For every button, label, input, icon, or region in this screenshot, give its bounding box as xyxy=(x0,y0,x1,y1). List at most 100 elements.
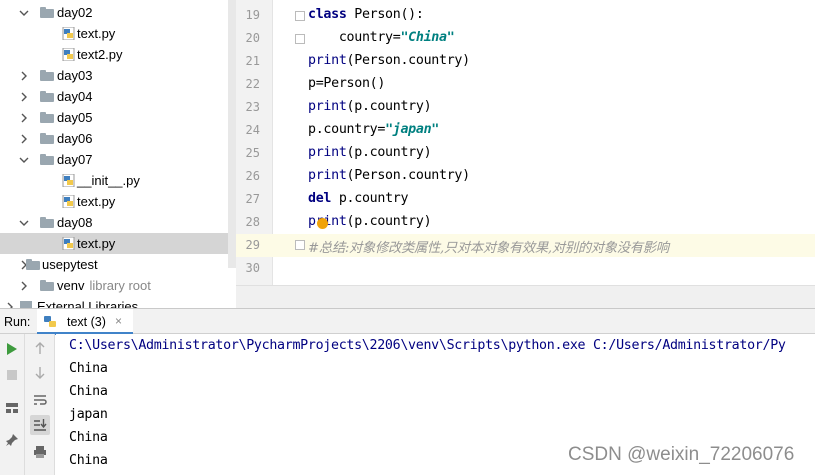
stop-button[interactable] xyxy=(2,365,22,385)
line-number: 19 xyxy=(245,8,260,22)
fold-marker-icon[interactable] xyxy=(295,240,305,250)
code-text: p.country= xyxy=(308,122,386,137)
chevron-right-icon[interactable] xyxy=(18,112,30,124)
print-button[interactable] xyxy=(30,442,50,462)
soft-wrap-icon xyxy=(34,395,47,405)
python-run-config-icon xyxy=(44,316,56,327)
tree-item-label: day07 xyxy=(57,152,93,167)
tree-item-day06[interactable]: day06 xyxy=(0,128,236,149)
line-number: 24 xyxy=(245,123,260,137)
chevron-down-icon[interactable] xyxy=(18,154,30,166)
code-line-23[interactable]: print(p.country) xyxy=(308,99,432,114)
line-number: 29 xyxy=(245,238,260,252)
code-line-22[interactable]: p=Person() xyxy=(308,76,385,91)
python-file-icon xyxy=(62,27,75,40)
code-line-24[interactable]: p.country="japan" xyxy=(308,122,439,137)
chevron-down-icon[interactable] xyxy=(18,7,30,19)
console-output-line: China xyxy=(69,430,108,445)
chevron-right-icon[interactable] xyxy=(18,91,30,103)
intention-bulb-icon[interactable] xyxy=(317,218,328,229)
code-line-25[interactable]: print(p.country) xyxy=(308,145,432,160)
code-text: (Person.country) xyxy=(346,168,471,183)
arrow-up-icon xyxy=(35,342,45,354)
code-line-29[interactable]: #总结:对象修改类属性,只对本对象有效果,对别的对象没有影响 xyxy=(308,237,669,256)
chevron-down-icon[interactable] xyxy=(18,217,30,229)
tree-item-file[interactable]: text.py xyxy=(0,23,236,44)
chevron-right-icon[interactable] xyxy=(18,133,30,145)
tree-item-day08[interactable]: day08 xyxy=(0,212,236,233)
code-builtin: print xyxy=(308,168,347,183)
code-text: (Person.country) xyxy=(346,53,471,68)
watermark: CSDN @weixin_72206076 xyxy=(568,444,795,465)
tree-item-label: __init__.py xyxy=(77,173,140,188)
soft-wrap-button[interactable] xyxy=(30,390,50,410)
layout-button[interactable] xyxy=(2,398,22,418)
line-number: 22 xyxy=(245,77,260,91)
rerun-button[interactable] xyxy=(2,339,22,359)
tree-item-usepytest[interactable]: usepytest xyxy=(0,254,236,275)
code-builtin: print xyxy=(308,145,347,160)
tree-item-file[interactable]: __init__.py xyxy=(0,170,236,191)
line-number: 20 xyxy=(245,31,260,45)
console-output-line: China xyxy=(69,361,108,376)
python-file-icon xyxy=(62,195,75,208)
python-file-icon xyxy=(62,174,75,187)
tree-item-sublabel: library root xyxy=(89,278,151,293)
code-string: "China" xyxy=(400,30,455,45)
console-output-line: japan xyxy=(69,407,108,422)
close-icon[interactable]: × xyxy=(115,314,122,328)
code-text: (p.country) xyxy=(346,214,432,229)
line-number: 23 xyxy=(245,100,260,114)
tree-item-label: venv library root xyxy=(57,278,151,293)
chevron-right-icon[interactable] xyxy=(18,70,30,82)
scroll-to-end-button[interactable] xyxy=(30,415,50,435)
scroll-up-button[interactable] xyxy=(30,338,50,358)
folder-icon xyxy=(26,259,40,270)
chevron-right-icon[interactable] xyxy=(18,280,30,292)
code-text: Person(): xyxy=(346,7,424,22)
tree-item-day02[interactable]: day02 xyxy=(0,2,236,23)
tree-item-day04[interactable]: day04 xyxy=(0,86,236,107)
code-line-27[interactable]: del p.country xyxy=(308,191,408,206)
code-text: country= xyxy=(308,30,401,45)
tree-item-file[interactable]: text2.py xyxy=(0,44,236,65)
code-string: "japan" xyxy=(385,122,440,137)
tree-item-label: usepytest xyxy=(42,257,98,272)
pin-button[interactable] xyxy=(2,430,22,450)
tree-item-day03[interactable]: day03 xyxy=(0,65,236,86)
tree-item-venv[interactable]: venv library root xyxy=(0,275,236,296)
scroll-down-button[interactable] xyxy=(30,363,50,383)
layout-icon xyxy=(6,403,18,413)
tree-item-file-selected[interactable]: text.py xyxy=(0,233,236,254)
line-number: 27 xyxy=(245,192,260,206)
run-panel-header: Run: text (3) × xyxy=(0,308,815,335)
play-icon xyxy=(7,343,17,355)
run-tab[interactable]: text (3) × xyxy=(37,309,133,335)
tree-item-day07[interactable]: day07 xyxy=(0,149,236,170)
code-builtin: print xyxy=(308,53,347,68)
folder-icon xyxy=(40,91,54,102)
folder-icon xyxy=(40,70,54,81)
folder-icon xyxy=(40,154,54,165)
console-output-line: China xyxy=(69,384,108,399)
arrow-down-icon xyxy=(35,367,45,379)
fold-marker-icon[interactable] xyxy=(295,34,305,44)
folder-icon xyxy=(40,133,54,144)
code-line-19[interactable]: class Person(): xyxy=(308,7,424,22)
project-tree: day02 text.py text2.py day03 day04 day05… xyxy=(0,0,236,308)
fold-marker-icon[interactable] xyxy=(295,11,305,21)
tree-item-external-libraries[interactable]: External Libraries xyxy=(0,296,236,308)
code-line-26[interactable]: print(Person.country) xyxy=(308,168,470,183)
tree-item-label: text.py xyxy=(77,26,116,41)
tree-item-file[interactable]: text.py xyxy=(0,191,236,212)
console-command-line: C:\Users\Administrator\PycharmProjects\2… xyxy=(69,338,786,353)
code-line-20[interactable]: country="China" xyxy=(308,30,455,45)
code-text: (p.country) xyxy=(346,99,432,114)
chevron-right-icon[interactable] xyxy=(4,301,16,308)
library-icon xyxy=(20,301,32,308)
tree-item-day05[interactable]: day05 xyxy=(0,107,236,128)
code-line-21[interactable]: print(Person.country) xyxy=(308,53,470,68)
tree-item-label: text2.py xyxy=(77,47,123,62)
tree-scrollbar[interactable] xyxy=(228,0,236,268)
folder-icon xyxy=(40,7,54,18)
